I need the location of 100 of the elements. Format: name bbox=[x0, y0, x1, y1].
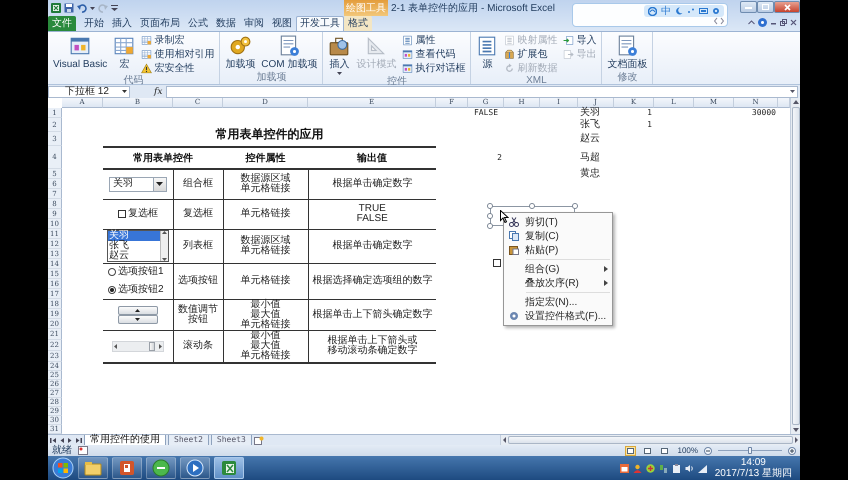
ribbon-button[interactable]: 查看代码 bbox=[400, 48, 468, 61]
menu-item[interactable]: 指定宏(N)... bbox=[506, 295, 610, 309]
clipboard-icon bbox=[509, 245, 519, 255]
maximize-button[interactable] bbox=[757, 1, 774, 13]
ribbon-button[interactable]: 使用相对引用 bbox=[139, 48, 216, 61]
arrows-icon[interactable] bbox=[714, 17, 724, 25]
ribbon-button[interactable]: 宏 bbox=[111, 34, 138, 71]
spin-up-button[interactable] bbox=[118, 306, 158, 314]
formula-field[interactable] bbox=[166, 86, 798, 98]
ribbon-tab[interactable]: 数据 bbox=[212, 16, 240, 31]
menu-item[interactable]: 复制(C) bbox=[506, 229, 610, 243]
sheet-tab[interactable]: Sheet3 bbox=[210, 434, 252, 446]
radio-button[interactable] bbox=[108, 268, 116, 276]
clock[interactable]: 14:09 2017/7/13 星期四 bbox=[710, 457, 796, 479]
spreadsheet-icon[interactable] bbox=[51, 3, 61, 13]
ribbon-tab[interactable]: 插入 bbox=[108, 16, 136, 31]
output-text: 根据单击上下箭头确定数字 bbox=[312, 310, 432, 320]
ribbon-button[interactable]: Visual Basic bbox=[51, 34, 110, 71]
ribbon-button[interactable]: 导入 bbox=[561, 34, 598, 47]
clipboard-icon[interactable] bbox=[672, 464, 681, 472]
vertical-scrollbar[interactable] bbox=[790, 98, 800, 434]
zoom-out-icon[interactable] bbox=[704, 446, 712, 454]
start-button[interactable] bbox=[52, 457, 74, 479]
ribbon-button[interactable]: 源 bbox=[474, 34, 500, 71]
sheet-tab[interactable]: Sheet2 bbox=[168, 434, 209, 446]
caret-icon[interactable] bbox=[111, 3, 118, 13]
scroll-thumb[interactable] bbox=[508, 436, 793, 444]
view-button[interactable] bbox=[624, 446, 636, 456]
ribbon-button[interactable]: 属性 bbox=[400, 34, 468, 47]
file-tab[interactable]: 文件 bbox=[48, 16, 76, 31]
menu-item[interactable]: 设置控件格式(F)... bbox=[506, 309, 610, 323]
insert-function-button[interactable]: fx bbox=[154, 86, 162, 96]
menu-item[interactable]: 粘贴(P) bbox=[506, 243, 610, 257]
moon-icon[interactable] bbox=[675, 7, 683, 15]
ribbon-button[interactable]: 扩展包 bbox=[502, 48, 560, 61]
view-button[interactable] bbox=[658, 446, 670, 456]
last-icon[interactable] bbox=[75, 436, 82, 444]
ribbon-button[interactable]: 宏安全性 bbox=[139, 62, 216, 75]
ribbon-tab[interactable]: 开发工具 bbox=[296, 16, 344, 31]
radio-button[interactable] bbox=[108, 286, 116, 294]
ribbon-tab[interactable]: 格式 bbox=[344, 16, 372, 31]
checkbox[interactable] bbox=[493, 259, 501, 267]
network-icon[interactable] bbox=[658, 464, 668, 472]
ribbon-tab[interactable]: 页面布局 bbox=[136, 16, 184, 31]
name-box[interactable]: 下拉框 12 bbox=[48, 86, 130, 98]
close-button[interactable] bbox=[774, 1, 800, 13]
list-item[interactable]: 赵云 bbox=[108, 251, 160, 261]
volume-icon[interactable] bbox=[684, 464, 694, 472]
property-text: 单元格链接 bbox=[240, 276, 290, 286]
column-header: 常用表单控件 bbox=[103, 147, 223, 169]
minimize-icon bbox=[745, 6, 752, 8]
record-macro-icon[interactable] bbox=[78, 446, 88, 455]
save-icon[interactable] bbox=[64, 3, 74, 13]
scroll-thumb[interactable] bbox=[792, 107, 800, 425]
minimize-button[interactable] bbox=[740, 1, 757, 13]
zoom-slider-thumb[interactable] bbox=[748, 447, 752, 454]
menu-item[interactable]: 叠放次序(R) bbox=[506, 276, 610, 290]
spin-down-button[interactable] bbox=[118, 314, 158, 324]
ribbon-button[interactable]: 执行对话框 bbox=[400, 62, 468, 75]
zoom-in-icon[interactable] bbox=[788, 446, 796, 454]
right-arrow-icon bbox=[794, 437, 799, 443]
menu-item[interactable]: 组合(G) bbox=[506, 262, 610, 276]
ribbon-tab[interactable]: 视图 bbox=[268, 16, 296, 31]
plus-circle-icon[interactable] bbox=[646, 464, 655, 472]
ribbon-tab[interactable]: 开始 bbox=[80, 16, 108, 31]
ribbon-button[interactable]: COM 加载项 bbox=[259, 34, 320, 71]
menu-item[interactable]: 剪切(T) bbox=[506, 215, 610, 229]
new-sheet-icon[interactable] bbox=[254, 436, 264, 444]
ribbon-button[interactable]: 加载项 bbox=[223, 34, 258, 71]
zoom-slider[interactable] bbox=[718, 447, 782, 454]
ribbon-tab[interactable]: 审阅 bbox=[240, 16, 268, 31]
previous-icon[interactable] bbox=[59, 436, 65, 444]
keyboard-icon[interactable] bbox=[699, 7, 708, 15]
first-icon[interactable] bbox=[50, 436, 57, 444]
ribbon-tab[interactable]: 公式 bbox=[184, 16, 212, 31]
list-item[interactable]: 张飞 bbox=[108, 241, 160, 251]
list-item[interactable]: 关羽 bbox=[108, 231, 160, 241]
caret-up-icon[interactable] bbox=[748, 19, 755, 26]
undo-icon[interactable] bbox=[77, 3, 87, 13]
ribbon-button[interactable]: 插入 bbox=[326, 34, 352, 76]
person-icon[interactable] bbox=[632, 464, 642, 472]
scroll-bar[interactable] bbox=[112, 340, 164, 352]
scroll-thumb[interactable] bbox=[149, 342, 156, 351]
calendar-icon[interactable] bbox=[620, 464, 629, 472]
input-mode-label[interactable]: 中 bbox=[661, 6, 671, 16]
ribbon-button[interactable]: 录制宏 bbox=[139, 34, 216, 47]
checkbox[interactable] bbox=[118, 210, 126, 218]
horizontal-scrollbar[interactable] bbox=[500, 435, 800, 445]
dots-icon[interactable] bbox=[687, 7, 695, 15]
combo-box[interactable]: 关羽 bbox=[108, 176, 167, 192]
restore-icon[interactable] bbox=[780, 19, 787, 26]
ribbon-button[interactable]: 文档面板 bbox=[605, 34, 650, 71]
help-icon[interactable] bbox=[758, 18, 767, 27]
next-icon[interactable] bbox=[67, 436, 73, 444]
taskbar-button[interactable] bbox=[214, 457, 244, 479]
view-button[interactable] bbox=[642, 446, 653, 456]
down-arrow-icon bbox=[135, 318, 140, 320]
close-icon[interactable] bbox=[790, 19, 797, 26]
zoom-level[interactable]: 100% bbox=[678, 446, 698, 455]
sheet-tab[interactable]: 常用控件的使用 bbox=[84, 434, 166, 446]
